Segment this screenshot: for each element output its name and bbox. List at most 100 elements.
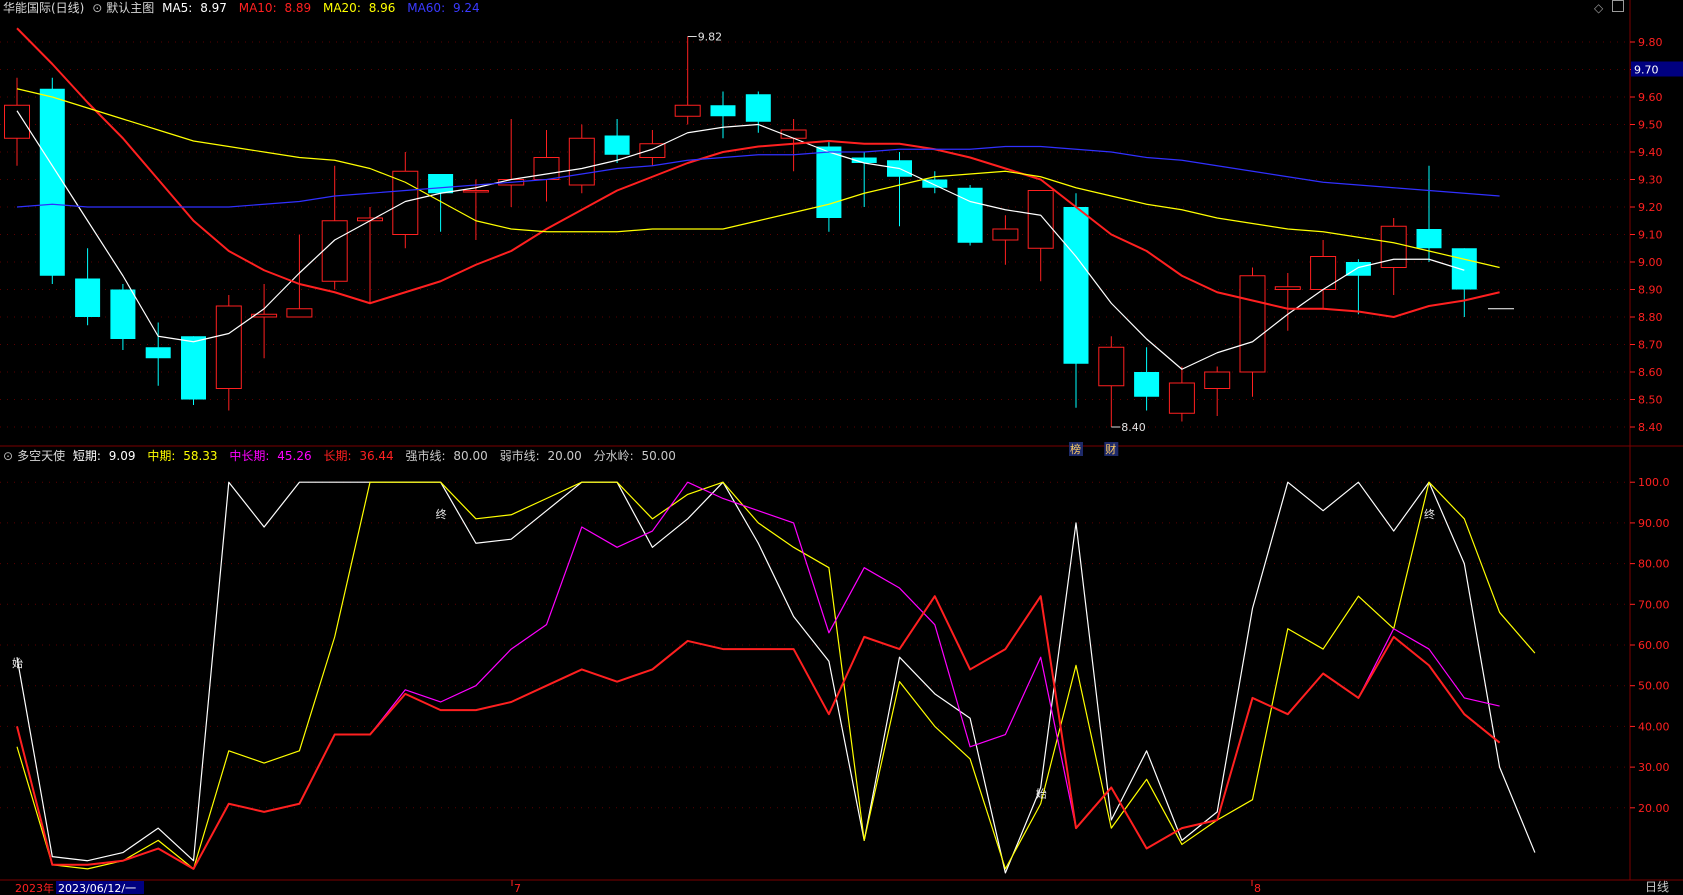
candle-body — [710, 105, 736, 117]
candle — [1380, 218, 1407, 295]
ma60-label: MA60: — [407, 1, 446, 15]
ma20-label: MA20: — [322, 1, 361, 15]
ma5-value: 8.97 — [200, 1, 227, 15]
candle — [321, 165, 348, 290]
candle-body — [1098, 346, 1125, 387]
candle — [392, 152, 419, 249]
current-price-label: 9.70 — [1634, 64, 1659, 77]
price-tick-label: 8.40 — [1638, 421, 1663, 434]
ma10-label: MA10: — [238, 1, 277, 15]
signal-marker: 终 — [436, 507, 447, 521]
indicator-tick-label: 60.00 — [1638, 639, 1670, 652]
chevron-down-icon[interactable]: ⊙ — [3, 449, 13, 463]
candle — [1027, 190, 1054, 282]
mid-label: 中期: — [147, 449, 176, 463]
candle — [674, 36, 701, 125]
candle-body — [1134, 372, 1160, 397]
date-label: 2023/06/12/一 — [58, 882, 136, 894]
chart-canvas[interactable]: 9.80 9.70 9.60 9.50 9.40 9.30 9.20 9.10 9.00 8.90… — [0, 0, 1683, 894]
month-label: 7 — [514, 882, 521, 894]
candle — [1098, 336, 1125, 427]
candle — [75, 248, 101, 326]
candle — [745, 91, 771, 133]
event-marker-label: 财 — [1105, 442, 1116, 456]
candle — [428, 174, 454, 232]
candle — [1204, 366, 1231, 416]
template-name[interactable]: 默认主图 — [106, 1, 154, 15]
candle-body — [1204, 371, 1231, 389]
price-tick-label: 9.40 — [1638, 146, 1663, 159]
price-tick-label: 8.70 — [1638, 339, 1663, 352]
short-value: 9.09 — [108, 449, 136, 463]
strong-line-label: 强市线: — [405, 449, 446, 463]
price-tick-label: 9.10 — [1638, 229, 1663, 242]
extreme-price-label: 9.82 — [698, 31, 723, 44]
candle — [1274, 273, 1301, 331]
price-tick-label: 8.90 — [1638, 284, 1663, 297]
price-tick-label: 8.60 — [1638, 366, 1663, 379]
candle — [110, 284, 136, 350]
short-label: 短期: — [72, 449, 101, 463]
price-tick-label: 8.50 — [1638, 394, 1663, 407]
stock-title[interactable]: 华能国际(日线) — [3, 1, 84, 15]
ma-line-ma10 — [16, 27, 1500, 318]
candle — [1134, 347, 1160, 411]
candle-body — [286, 308, 313, 318]
candle-body — [1239, 275, 1266, 373]
candle-body — [1063, 207, 1089, 364]
indicator-title[interactable]: 多空天使 — [17, 449, 65, 463]
candle — [286, 234, 313, 318]
candle — [1416, 165, 1442, 262]
candle — [215, 295, 242, 411]
year-label: 2023年 — [15, 881, 54, 894]
candle-body — [215, 305, 242, 389]
event-marker-label: 榜 — [1070, 442, 1081, 456]
candle-body — [1027, 190, 1054, 249]
ma60-value: 9.24 — [452, 1, 480, 15]
indicator-tick-label: 50.00 — [1638, 680, 1670, 693]
candle-body — [181, 336, 206, 400]
indicator-tick-label: 100.0 — [1638, 476, 1670, 489]
candle-body — [1345, 262, 1371, 276]
midlong-label: 中长期: — [229, 449, 270, 463]
month-label: 8 — [1254, 882, 1261, 894]
candle-body — [674, 104, 701, 117]
candle-body — [533, 157, 560, 180]
indicator-tick-label: 20.00 — [1638, 802, 1670, 815]
price-tick-label: 9.00 — [1638, 256, 1663, 269]
candle — [39, 77, 65, 284]
candle — [922, 171, 948, 194]
diamond-icon[interactable]: ◇ — [1594, 1, 1603, 15]
signal-marker: 始 — [1036, 786, 1047, 800]
period-label[interactable]: 日线 — [1645, 878, 1669, 895]
candle-body — [392, 170, 419, 235]
mid-value: 58.33 — [183, 449, 218, 463]
ma20-value: 8.96 — [368, 1, 396, 15]
indicator-tick-label: 80.00 — [1638, 558, 1670, 571]
candle-body — [745, 94, 771, 122]
candle-body — [816, 146, 842, 218]
indicator-tick-label: 30.00 — [1638, 761, 1670, 774]
candle — [181, 336, 206, 405]
chevron-down-icon[interactable]: ⊙ — [92, 1, 102, 15]
candle — [1239, 267, 1266, 397]
candle-body — [1274, 286, 1301, 290]
ma5-label: MA5: — [162, 1, 193, 15]
candle-body — [780, 129, 807, 139]
candle-body — [321, 220, 348, 282]
indicator-tick-label: 70.00 — [1638, 598, 1670, 611]
long-label: 长期: — [323, 449, 352, 463]
strong-line-value: 80.00 — [453, 449, 488, 463]
price-tick-label: 9.20 — [1638, 201, 1663, 214]
candle — [887, 152, 912, 227]
candle-body — [39, 88, 65, 276]
candle — [1063, 193, 1089, 408]
extreme-price-label: 8.40 — [1121, 421, 1146, 434]
price-tick-label: 9.50 — [1638, 119, 1663, 132]
long-value: 36.44 — [359, 449, 394, 463]
candle-body — [1416, 229, 1442, 249]
window-icon[interactable] — [1612, 0, 1624, 12]
indicator-line — [16, 595, 1501, 870]
candle — [710, 91, 736, 139]
candle — [568, 124, 595, 194]
